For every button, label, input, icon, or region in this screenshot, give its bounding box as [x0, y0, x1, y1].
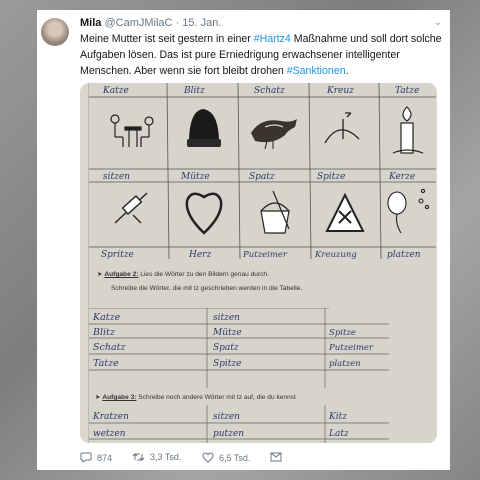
task3-cell: Latz: [328, 429, 349, 439]
tweet-header: Mila @CamJMilaC · 15. Jan.: [80, 17, 221, 29]
hat-picture: [187, 109, 221, 147]
top-word: Blitz: [183, 86, 205, 96]
top-word: Schatz: [254, 86, 285, 96]
hashtag-link[interactable]: #Hartz4: [254, 33, 291, 45]
table-cell: Katze: [92, 312, 121, 323]
row1-word: Spitze: [317, 172, 346, 182]
sitting-people-picture: [110, 114, 154, 147]
table-cell: Putzeimer: [328, 343, 374, 353]
task2-instruction: Lies die Wörter zu den Bildern genau dur…: [140, 271, 269, 278]
top-word: Katze: [102, 86, 129, 96]
table-cell: platzen: [329, 359, 361, 369]
bucket-picture: [260, 190, 290, 234]
reply-button[interactable]: 874: [80, 452, 112, 463]
task3-cell: sitzen: [213, 412, 240, 422]
warning-sign-picture: [325, 192, 365, 232]
like-button[interactable]: 6,5 Tsd.: [202, 452, 250, 463]
worksheet: Katze Blitz Schatz Kreuz Tatze sitzen Mü…: [88, 83, 436, 443]
tweet-text-segment: .: [345, 65, 349, 77]
row1-word: sitzen: [103, 172, 130, 182]
row2-word: Kreuzung: [314, 250, 357, 259]
table-cell: Schatz: [93, 342, 126, 353]
row2-word: platzen: [387, 250, 421, 259]
tweet-date[interactable]: 15. Jan.: [182, 17, 221, 29]
envelope-icon: [270, 452, 282, 462]
answer-table: Katze Blitz Schatz Tatze sitzen Mütze Sp…: [89, 308, 389, 388]
retweet-icon: [132, 453, 145, 461]
task2-label: Aufgabe 2:: [104, 271, 139, 278]
picture-grid: Katze Blitz Schatz Kreuz Tatze sitzen Mü…: [89, 83, 436, 259]
task3-cell: wetzen: [93, 429, 126, 439]
heart-picture: [185, 192, 223, 235]
message-button[interactable]: [270, 452, 282, 462]
tweet-card: Mila @CamJMilaC · 15. Jan. ⌄ Meine Mutte…: [37, 10, 450, 470]
top-word: Kreuz: [326, 86, 354, 96]
author-handle[interactable]: @CamJMilaC: [104, 17, 172, 29]
table-cell: Blitz: [92, 327, 116, 338]
balloon-picture: [387, 188, 430, 234]
row1-word: Spatz: [249, 172, 275, 182]
hashtag-link[interactable]: #Sanktionen: [287, 65, 346, 77]
row2-word: Spritze: [101, 250, 134, 259]
reply-icon: [80, 452, 92, 463]
candle-picture: [392, 106, 424, 154]
like-count: 6,5 Tsd.: [219, 452, 251, 463]
tweet-actions: 874 3,3 Tsd. 6,5 Tsd.: [80, 450, 380, 466]
top-word: Tatze: [395, 86, 419, 96]
heart-icon: [202, 452, 214, 463]
table-cell: Spitze: [329, 328, 356, 338]
arrow-tip-picture: [324, 112, 360, 144]
avatar[interactable]: [41, 18, 69, 46]
task3-cell: putzen: [213, 429, 244, 439]
table-cell: sitzen: [213, 313, 240, 323]
table-cell: Tatze: [93, 358, 119, 369]
reply-count: 874: [97, 452, 113, 463]
header-separator: ·: [172, 17, 183, 29]
row2-word: Putzeimer: [242, 250, 288, 259]
retweet-button[interactable]: 3,3 Tsd.: [132, 452, 181, 462]
author-name[interactable]: Mila: [80, 17, 101, 29]
task3-cell: Kitz: [328, 412, 347, 422]
table-cell: Spitze: [213, 359, 242, 369]
row2-word: Herz: [188, 250, 211, 259]
task2-line2: Schreibe die Wörter, die mit tz geschrie…: [111, 285, 303, 292]
tweet-text-segment: Meine Mutter ist seit gestern in einer: [80, 33, 254, 45]
table-cell: Mütze: [212, 328, 242, 338]
row1-word: Kerze: [388, 172, 415, 182]
task3-table: Kratzen wetzen sitzen putzen Kitz Latz: [89, 405, 389, 443]
syringe-picture: [114, 192, 148, 224]
sparrow-picture: [251, 119, 297, 150]
chevron-down-icon[interactable]: ⌄: [434, 17, 442, 28]
task3-instruction: Schreibe noch andere Wörter mit tz auf, …: [138, 394, 296, 401]
task3-label: Aufgabe 3:: [102, 394, 137, 401]
table-cell: Spatz: [213, 343, 239, 353]
task3-cell: Kratzen: [92, 412, 129, 422]
task3-line: ➤ Aufgabe 3: Schreibe noch andere Wörter…: [95, 394, 296, 401]
tweet-text: Meine Mutter ist seit gestern in einer #…: [80, 31, 442, 79]
retweet-count: 3,3 Tsd.: [150, 452, 182, 462]
task2-line1: ➤ Aufgabe 2: Lies die Wörter zu den Bild…: [97, 271, 269, 278]
tweet-media-photo[interactable]: Katze Blitz Schatz Kreuz Tatze sitzen Mü…: [80, 83, 437, 443]
row1-word: Mütze: [180, 172, 210, 182]
